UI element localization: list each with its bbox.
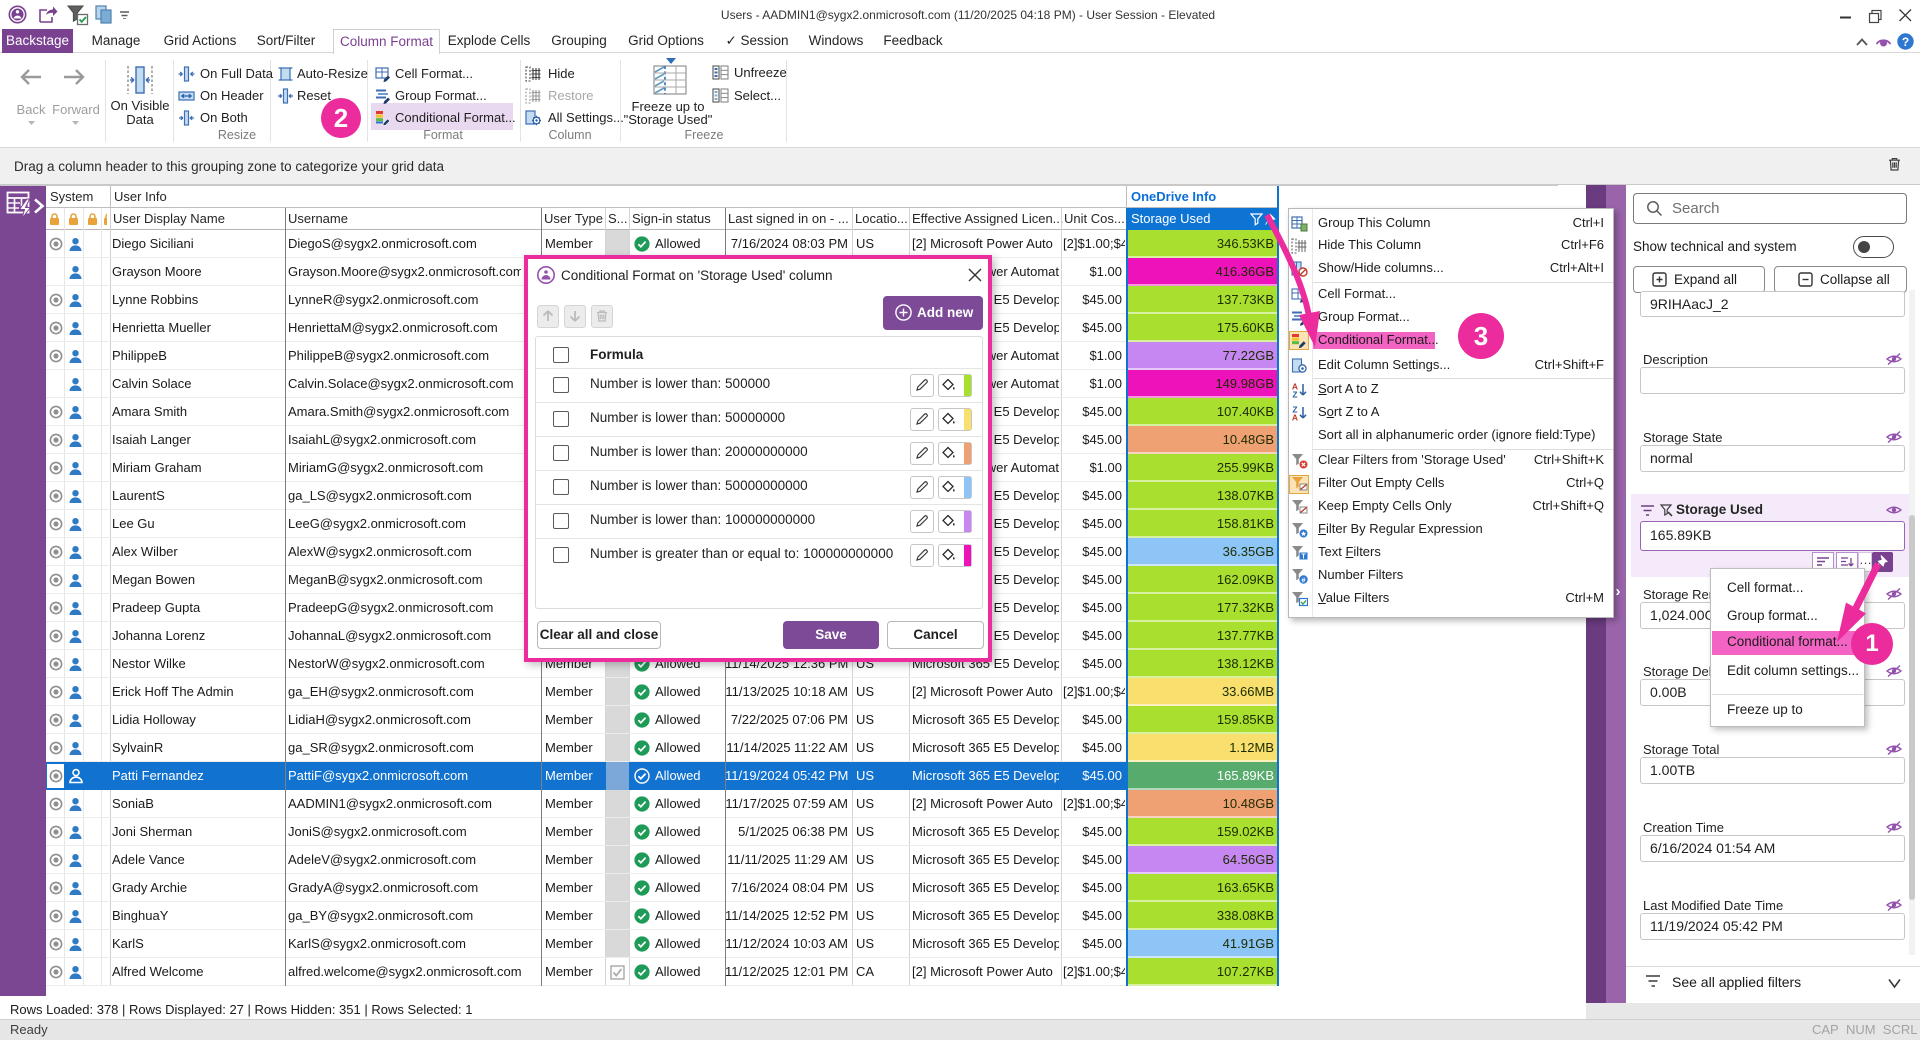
svg-text:Z: Z — [1292, 390, 1297, 399]
svg-text:?: ? — [1902, 35, 1909, 49]
svg-text:A: A — [1292, 413, 1298, 422]
svg-text:T: T — [1301, 554, 1306, 561]
